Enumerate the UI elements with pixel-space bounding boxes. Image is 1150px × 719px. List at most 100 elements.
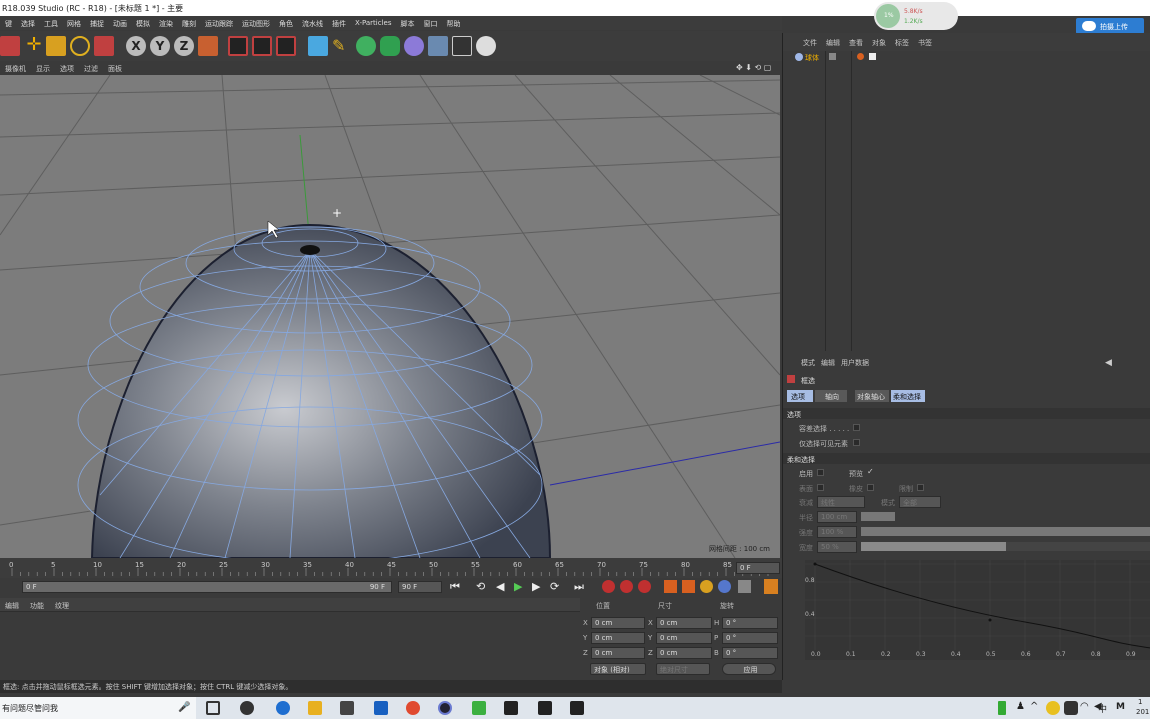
viewport-menu-item[interactable]: 摄像机 <box>0 61 31 75</box>
camtasia-icon[interactable] <box>472 701 486 715</box>
rotation-b-field[interactable]: 0 ° <box>722 647 778 659</box>
mode-dropdown[interactable]: 全部 <box>899 496 941 508</box>
tab-object-axis[interactable]: 对象轴心 <box>855 390 889 402</box>
app-icon[interactable] <box>570 701 584 715</box>
viewport-menu-item[interactable]: 显示 <box>31 61 55 75</box>
camera-icon[interactable] <box>538 701 552 715</box>
tray-app-icon[interactable] <box>1064 701 1078 715</box>
menu-item[interactable]: X-Particles <box>350 16 395 30</box>
timeline-ruler[interactable]: 051015202530354045505560657075808590 0 F <box>0 558 782 578</box>
viewport-menu-item[interactable]: 选项 <box>55 61 79 75</box>
width-field[interactable]: 50 % <box>817 541 857 553</box>
menu-item[interactable]: 运动跟踪 <box>200 16 237 30</box>
autokey-icon[interactable] <box>620 580 633 593</box>
go-to-end-icon[interactable]: ⏭ <box>574 580 584 594</box>
clock-date[interactable]: 201 <box>1136 708 1149 716</box>
objmgr-menu-item[interactable]: 查看 <box>844 33 867 51</box>
phong-tag-icon[interactable] <box>857 53 864 60</box>
live-selection-icon[interactable] <box>0 36 20 56</box>
key-pla-icon[interactable] <box>738 580 751 593</box>
material-menu-item[interactable]: 编辑 <box>0 598 25 611</box>
task-view-icon[interactable] <box>206 701 220 715</box>
menu-item[interactable]: 网格 <box>62 16 85 30</box>
tolerant-checkbox[interactable] <box>853 424 860 431</box>
prev-frame-icon[interactable]: ◀ <box>496 580 504 593</box>
chrome-icon[interactable] <box>406 701 420 715</box>
size-x-field[interactable]: 0 cm <box>656 617 712 629</box>
cube-icon[interactable] <box>308 36 328 56</box>
chevron-up-icon[interactable]: ^ <box>1030 701 1044 715</box>
battery-icon[interactable] <box>998 701 1006 715</box>
keyframe-selection-icon[interactable] <box>638 580 651 593</box>
ime-indicator[interactable]: 中 <box>1098 702 1107 715</box>
viewport-nav-icons[interactable]: ✥ ⬇ ⟲ ▢ <box>736 63 771 72</box>
position-z-field[interactable]: 0 cm <box>591 647 645 659</box>
x-axis-button[interactable]: X <box>126 36 146 56</box>
radius-field[interactable]: 100 cm <box>817 511 857 523</box>
light-icon[interactable] <box>476 36 496 56</box>
app-icon[interactable] <box>240 701 254 715</box>
rotation-h-field[interactable]: 0 ° <box>722 617 778 629</box>
file-explorer-icon[interactable] <box>308 701 322 715</box>
key-rotation-icon[interactable] <box>700 580 713 593</box>
next-frame-icon[interactable]: ▶ <box>532 580 540 593</box>
apply-button[interactable]: 应用 <box>722 663 776 675</box>
tray-app-icon[interactable] <box>1046 701 1060 715</box>
frame-range-slider[interactable]: 0 F 90 F <box>22 581 392 593</box>
y-axis-button[interactable]: Y <box>150 36 170 56</box>
objmgr-menu-item[interactable]: 对象 <box>867 33 890 51</box>
size-z-field[interactable]: 0 cm <box>656 647 712 659</box>
menu-item[interactable]: 运动图形 <box>237 16 274 30</box>
objmgr-menu-item[interactable]: 书签 <box>913 33 936 51</box>
viewport-menu-item[interactable]: 过滤 <box>79 61 103 75</box>
upload-button[interactable]: 拍摄上传 <box>1076 18 1144 34</box>
menu-item[interactable]: 动画 <box>108 16 131 30</box>
render-settings-icon[interactable] <box>276 36 296 56</box>
menu-item[interactable]: 渲染 <box>154 16 177 30</box>
key-param-icon[interactable] <box>718 580 731 593</box>
material-menu-item[interactable]: 功能 <box>25 598 50 611</box>
microphone-icon[interactable]: 🎤 <box>178 702 192 716</box>
3d-viewport[interactable]: + 网格间距 : 100 cm <box>0 75 780 558</box>
cortana-search-box[interactable]: 有问题尽管问我 <box>0 697 196 719</box>
rotate-icon[interactable] <box>70 36 90 56</box>
render-picture-viewer-icon[interactable] <box>252 36 272 56</box>
edge-icon[interactable] <box>276 701 290 715</box>
menu-item[interactable]: 角色 <box>274 16 297 30</box>
menu-item[interactable]: 窗口 <box>418 16 441 30</box>
subdivision-icon[interactable] <box>356 36 376 56</box>
position-x-field[interactable]: 0 cm <box>591 617 645 629</box>
objmgr-menu-item[interactable]: 标签 <box>890 33 913 51</box>
tab-axis[interactable]: 轴向 <box>815 390 847 402</box>
objmgr-menu-item[interactable]: 编辑 <box>821 33 844 51</box>
key-scale-icon[interactable] <box>682 580 695 593</box>
surface-checkbox[interactable] <box>817 484 824 491</box>
ime-mode-indicator[interactable]: M <box>1116 702 1125 712</box>
record-icon[interactable] <box>602 580 615 593</box>
tab-options[interactable]: 选项 <box>787 390 813 402</box>
menu-item[interactable]: 捕捉 <box>85 16 108 30</box>
sphere-object[interactable] <box>90 223 552 558</box>
objmgr-menu-item[interactable]: 文件 <box>783 33 821 51</box>
strength-slider[interactable] <box>861 527 1150 536</box>
visibility-toggle-icon[interactable] <box>829 53 836 60</box>
recent-tool-icon[interactable] <box>94 36 114 56</box>
position-y-field[interactable]: 0 cm <box>591 632 645 644</box>
checker-tag-icon[interactable] <box>869 53 876 60</box>
material-menu-item[interactable]: 纹理 <box>50 598 75 611</box>
menu-item[interactable]: 流水线 <box>297 16 327 30</box>
rotation-p-field[interactable]: 0 ° <box>722 632 778 644</box>
people-icon[interactable]: ♟ <box>1016 701 1030 715</box>
store-icon[interactable] <box>340 701 354 715</box>
size-y-field[interactable]: 0 cm <box>656 632 712 644</box>
timeline-window-icon[interactable] <box>764 579 778 594</box>
width-slider[interactable] <box>861 542 1150 551</box>
render-view-icon[interactable] <box>228 36 248 56</box>
go-to-start-icon[interactable]: ⏮ <box>450 580 460 594</box>
current-frame-field[interactable]: 0 F <box>736 562 780 574</box>
menu-item[interactable]: 插件 <box>327 16 350 30</box>
z-axis-button[interactable]: Z <box>174 36 194 56</box>
coord-mode-dropdown[interactable]: 对象 (相对) <box>590 663 646 675</box>
prev-key-icon[interactable]: ⟲ <box>476 580 485 593</box>
cloner-icon[interactable] <box>380 36 400 56</box>
